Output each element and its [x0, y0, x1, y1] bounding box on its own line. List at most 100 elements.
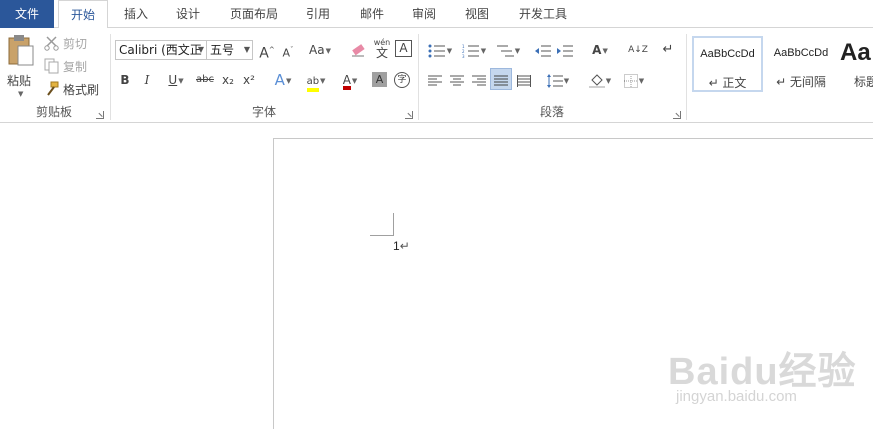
chevron-down-icon: ▼ [243, 45, 250, 54]
tab-review[interactable]: 审阅 [402, 0, 446, 28]
group-divider [686, 34, 687, 120]
style-no-spacing[interactable]: AaBbCcDd ↵ 无间隔 [765, 36, 837, 92]
copy-icon [44, 58, 59, 74]
style-heading-1-label: 标题 [854, 75, 873, 89]
change-case-button[interactable]: Aa▼ [305, 40, 335, 60]
paragraph-group: ▼ 1 2 3 ▼ ▼ A▼ A↓Z ↵ ▼ ▼ ▼ 段落 [419, 28, 685, 123]
justify-icon [494, 75, 508, 85]
increase-indent-button[interactable] [555, 40, 575, 60]
character-border-button[interactable]: A [395, 40, 412, 57]
scissors-icon [44, 36, 59, 51]
text-effects-icon: A [274, 71, 285, 89]
svg-text:3: 3 [462, 54, 465, 58]
format-painter-button[interactable]: 格式刷 [44, 80, 106, 98]
highlighter-icon: ab [306, 77, 320, 92]
distributed-icon [517, 74, 531, 87]
tab-file[interactable]: 文件 [0, 0, 54, 28]
copy-button[interactable]: 复制 [44, 57, 104, 75]
shrink-font-icon: A [282, 46, 291, 60]
tab-insert[interactable]: 插入 [114, 0, 158, 28]
multilevel-list-button[interactable]: ▼ [493, 40, 523, 60]
baidu-jingyan-watermark-logo: Baidu经验 [668, 351, 857, 393]
align-left-button[interactable] [425, 70, 445, 90]
clipboard-launcher-icon[interactable] [96, 111, 104, 119]
font-size-combo[interactable]: 五号 ▼ [206, 40, 253, 60]
change-case-icon: Aa [309, 43, 325, 57]
borders-button[interactable]: ▼ [619, 70, 649, 90]
font-group: Calibri (西文正 ▼ 五号 ▼ A^ Aˇ Aa▼ wén 文 A B … [111, 28, 417, 123]
numbering-icon: 1 2 3 [462, 44, 479, 59]
chinese-layout-icon: A [592, 43, 602, 57]
highlight-button[interactable]: ab▼ [301, 70, 331, 92]
superscript-button[interactable]: x² [239, 70, 259, 90]
paragraph-launcher-icon[interactable] [673, 111, 681, 119]
character-shading-button[interactable]: A [372, 72, 387, 87]
tab-design[interactable]: 设计 [166, 0, 210, 28]
copy-label: 复制 [63, 60, 88, 74]
chevron-down-icon: ▼ [197, 45, 204, 54]
tab-home[interactable]: 开始 [58, 0, 108, 29]
font-name-combo[interactable]: Calibri (西文正 ▼ [115, 40, 207, 60]
justify-button[interactable] [490, 68, 512, 90]
bullets-button[interactable]: ▼ [425, 40, 455, 60]
align-right-button[interactable] [469, 70, 489, 90]
subscript-button[interactable]: x₂ [218, 70, 238, 90]
paragraph-mark: ↵ [399, 239, 410, 253]
font-launcher-icon[interactable] [405, 111, 413, 119]
phonetic-char-text: 文 [375, 46, 388, 60]
phonetic-guide-button[interactable]: wén 文 [372, 38, 392, 62]
paintbrush-icon [47, 81, 59, 96]
font-color-button[interactable]: A▼ [335, 70, 365, 90]
increase-indent-icon [557, 45, 573, 56]
paste-dropdown-icon[interactable]: ▼ [18, 90, 23, 98]
bold-button[interactable]: B [115, 70, 135, 90]
decrease-indent-button[interactable] [533, 40, 553, 60]
paste-button[interactable]: 粘贴 ▼ [4, 34, 36, 112]
document-first-line[interactable]: 1↵ [393, 239, 410, 253]
margin-corner-mark [393, 213, 394, 235]
enclose-characters-button[interactable]: 字 [394, 72, 410, 88]
strikethrough-button[interactable]: abc [194, 70, 216, 90]
style-no-spacing-sample: AaBbCcDd [773, 47, 829, 59]
style-normal-sample: AaBbCcDd [700, 48, 755, 60]
style-no-spacing-label: ↵ 无间隔 [776, 75, 826, 89]
line-spacing-button[interactable]: ▼ [543, 70, 573, 90]
style-heading-1[interactable]: Aa 标题 [839, 36, 873, 92]
line-spacing-icon [546, 73, 563, 88]
font-group-label: 字体 [251, 105, 276, 119]
style-heading-1-sample: Aa [840, 39, 871, 66]
style-normal-label: ↵ 正文 [708, 76, 747, 90]
bullets-icon [428, 44, 445, 57]
italic-button[interactable]: I [137, 70, 157, 90]
cut-button[interactable]: 剪切 [44, 34, 104, 52]
borders-icon [623, 73, 638, 88]
margin-corner-mark [370, 235, 394, 236]
ribbon-tab-bar: 文件 开始 插入 设计 页面布局 引用 邮件 审阅 视图 开发工具 [0, 0, 873, 29]
tab-view[interactable]: 视图 [455, 0, 499, 28]
clipboard-group: 粘贴 ▼ 剪切 复制 格式刷 剪贴板 [0, 28, 108, 123]
font-name-value: Calibri (西文正 [119, 43, 202, 57]
text-effects-button[interactable]: A▼ [268, 70, 298, 90]
style-normal[interactable]: AaBbCcDd ↵ 正文 [692, 36, 763, 92]
chinese-layout-button[interactable]: A▼ [585, 40, 615, 60]
tab-references[interactable]: 引用 [296, 0, 340, 28]
sort-button[interactable]: A↓Z [627, 40, 649, 60]
grow-font-button[interactable]: A^ [257, 40, 277, 62]
numbering-button[interactable]: 1 2 3 ▼ [459, 40, 489, 60]
paint-bucket-icon [588, 73, 605, 88]
grow-font-icon: A [259, 45, 269, 62]
clear-formatting-button[interactable] [349, 40, 367, 60]
shrink-font-button[interactable]: Aˇ [279, 40, 297, 60]
tab-mailings[interactable]: 邮件 [350, 0, 394, 28]
shading-button[interactable]: ▼ [585, 70, 615, 90]
paste-label: 粘贴 [7, 74, 32, 88]
multilevel-list-icon [496, 45, 514, 56]
tab-page-layout[interactable]: 页面布局 [222, 0, 286, 28]
underline-icon: U [168, 73, 178, 87]
underline-button[interactable]: U▼ [161, 70, 191, 90]
tab-developer[interactable]: 开发工具 [508, 0, 578, 28]
eraser-icon [352, 44, 365, 57]
distributed-button[interactable] [514, 70, 534, 90]
align-center-button[interactable] [447, 70, 467, 90]
show-hide-marks-button[interactable]: ↵ [659, 40, 677, 60]
